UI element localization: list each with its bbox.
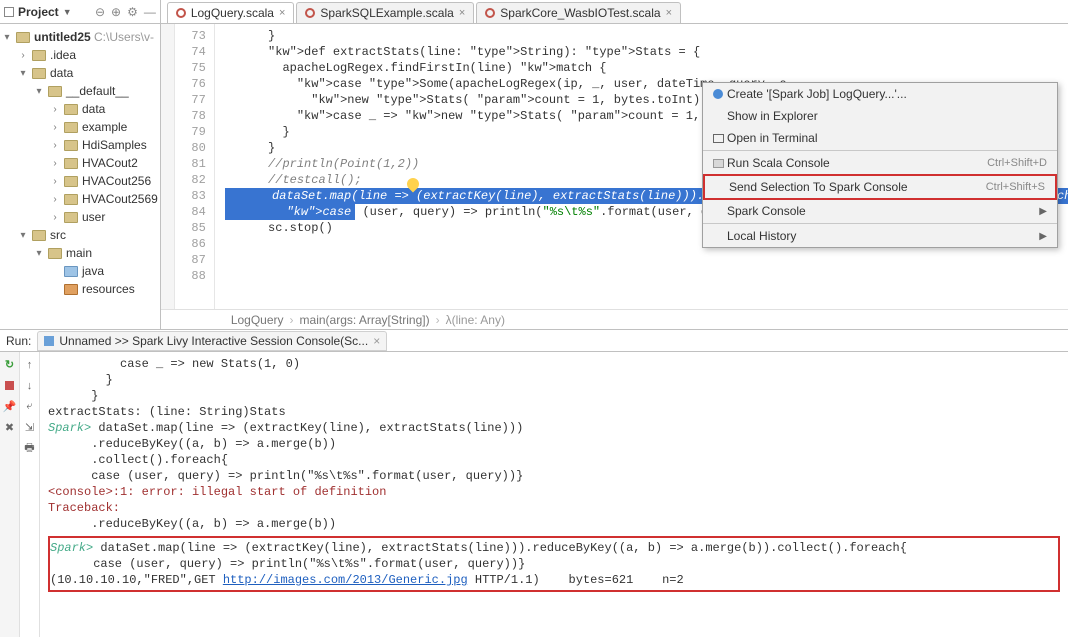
run-tab[interactable]: Unnamed >> Spark Livy Interactive Sessio…: [37, 331, 387, 351]
wrap-icon[interactable]: ⤶: [23, 400, 36, 413]
tree-item[interactable]: ›HdiSamples: [2, 136, 158, 154]
tree-item[interactable]: resources: [2, 280, 158, 298]
breadcrumb[interactable]: LogQuery› main(args: Array[String])› λ(l…: [161, 309, 1068, 329]
target-icon[interactable]: ⊕: [111, 5, 121, 19]
tree-item[interactable]: ›example: [2, 118, 158, 136]
close-panel-icon[interactable]: ✖: [3, 421, 16, 434]
close-icon[interactable]: ×: [373, 334, 380, 348]
run-panel: Run: Unnamed >> Spark Livy Interactive S…: [0, 330, 1068, 637]
menu-local-history[interactable]: Local History▶: [703, 225, 1057, 247]
tab-sparksql[interactable]: SparkSQLExample.scala ×: [296, 2, 474, 23]
tree-root[interactable]: ▾ untitled25 C:\Users\v-: [2, 28, 158, 46]
rerun-icon[interactable]: ↻: [3, 358, 16, 371]
editor-tabs: LogQuery.scala × SparkSQLExample.scala × S…: [161, 0, 1068, 24]
run-tab-label: Unnamed >> Spark Livy Interactive Sessio…: [59, 334, 368, 348]
tree-item[interactable]: ▾main: [2, 244, 158, 262]
menu-create-spark-job[interactable]: Create '[Spark Job] LogQuery...'...: [703, 83, 1057, 105]
menu-spark-console[interactable]: Spark Console▶: [703, 200, 1057, 222]
run-header: Run: Unnamed >> Spark Livy Interactive S…: [0, 330, 1068, 352]
stop-icon[interactable]: [3, 379, 16, 392]
tree-item[interactable]: java: [2, 262, 158, 280]
tree-item[interactable]: ›.idea: [2, 46, 158, 64]
run-toolbar-right: ↑ ↓ ⤶ ⇲ 🖶: [20, 352, 40, 637]
menu-send-selection[interactable]: Send Selection To Spark ConsoleCtrl+Shif…: [705, 176, 1055, 198]
menu-run-scala-console[interactable]: Run Scala ConsoleCtrl+Shift+D: [703, 152, 1057, 174]
tab-label: SparkSQLExample.scala: [320, 6, 453, 20]
scala-icon: [485, 8, 495, 18]
menu-show-explorer[interactable]: Show in Explorer: [703, 105, 1057, 127]
gutter: [161, 24, 175, 309]
console-icon: [44, 336, 54, 346]
globe-icon: [713, 89, 723, 99]
line-numbers: 73747576777879808182838485868788: [175, 24, 215, 309]
menu-open-terminal[interactable]: Open in Terminal: [703, 127, 1057, 149]
tree-item[interactable]: ▾__default__: [2, 82, 158, 100]
print-icon[interactable]: 🖶: [23, 442, 36, 455]
scala-icon: [176, 8, 186, 18]
down-icon[interactable]: ↓: [23, 379, 36, 392]
tab-sparkcore[interactable]: SparkCore_WasbIOTest.scala ×: [476, 2, 681, 23]
context-menu: Create '[Spark Job] LogQuery...'... Show…: [702, 82, 1058, 248]
project-sidebar: Project ▼ ⊖ ⊕ ⚙ — ▾ untitled25 C:\Users\…: [0, 0, 161, 329]
console-output[interactable]: case _ => new Stats(1, 0) } }extractStat…: [40, 352, 1068, 637]
tab-label: LogQuery.scala: [191, 6, 274, 20]
tree-item[interactable]: ▾src: [2, 226, 158, 244]
tab-label: SparkCore_WasbIOTest.scala: [500, 6, 660, 20]
tab-logquery[interactable]: LogQuery.scala ×: [167, 2, 295, 23]
run-toolbar-left: ↻ 📌 ✖: [0, 352, 20, 637]
close-icon[interactable]: ×: [459, 7, 465, 19]
run-label: Run:: [6, 334, 31, 348]
hide-icon[interactable]: —: [144, 5, 156, 19]
scroll-icon[interactable]: ⇲: [23, 421, 36, 434]
collapse-icon[interactable]: ⊖: [95, 5, 105, 19]
tree-item[interactable]: ›data: [2, 100, 158, 118]
scala-icon: [305, 8, 315, 18]
tree-item[interactable]: ›user: [2, 208, 158, 226]
tree-item[interactable]: ›HVACout256: [2, 172, 158, 190]
tree-item[interactable]: ›HVACout2: [2, 154, 158, 172]
gear-icon[interactable]: ⚙: [127, 5, 138, 19]
close-icon[interactable]: ×: [666, 7, 672, 19]
console-icon: [713, 159, 724, 168]
terminal-icon: [713, 134, 724, 143]
pin-icon[interactable]: 📌: [3, 400, 16, 413]
sidebar-header: Project ▼ ⊖ ⊕ ⚙ —: [0, 0, 160, 24]
project-dropdown[interactable]: Project ▼: [4, 5, 72, 19]
project-tree: ▾ untitled25 C:\Users\v- ›.idea ▾data ▾_…: [0, 24, 160, 329]
tree-item[interactable]: ▾data: [2, 64, 158, 82]
tree-item[interactable]: ›HVACout2569: [2, 190, 158, 208]
close-icon[interactable]: ×: [279, 7, 285, 19]
up-icon[interactable]: ↑: [23, 358, 36, 371]
